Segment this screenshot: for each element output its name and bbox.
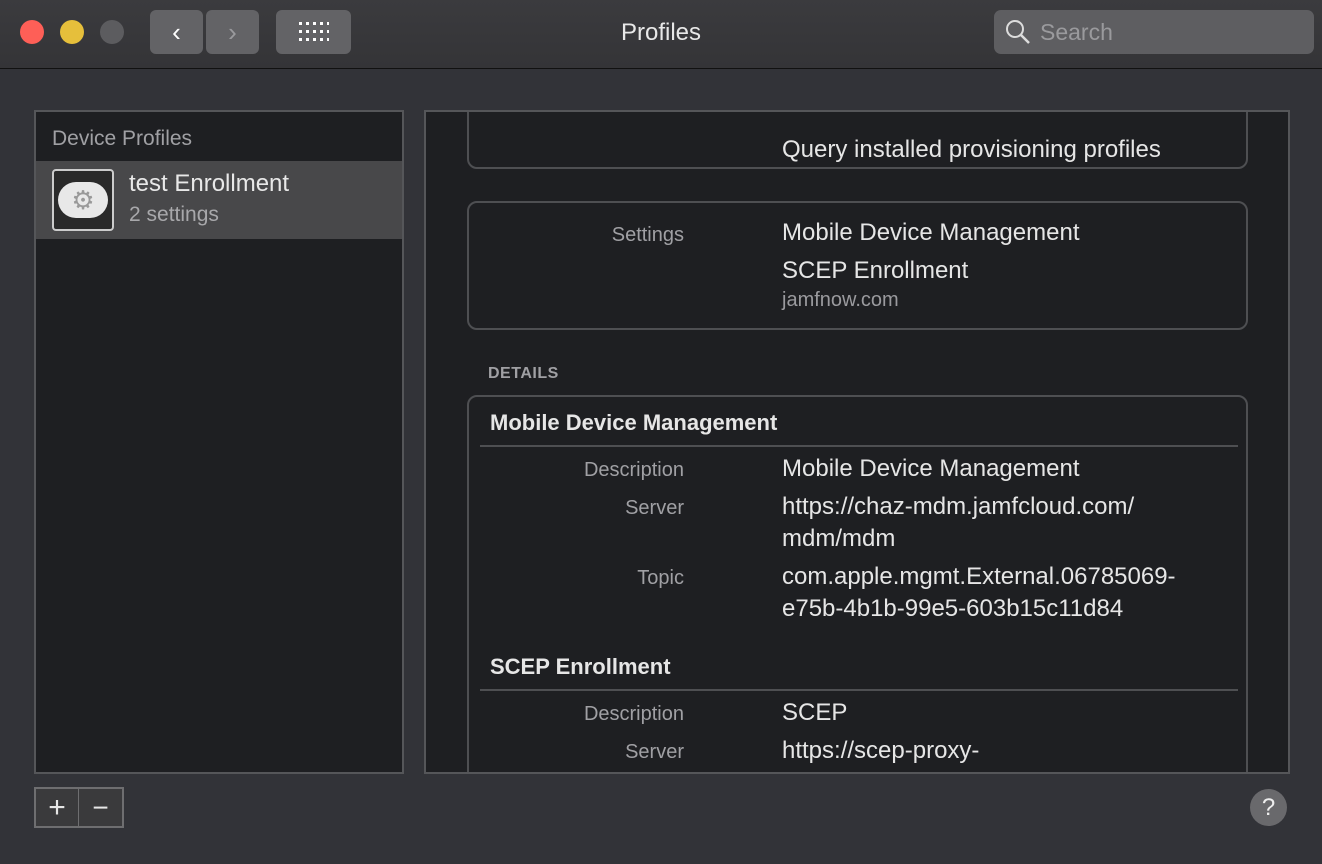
divider: [480, 445, 1238, 447]
add-profile-button[interactable]: +: [36, 789, 79, 826]
sidebar-header: Device Profiles: [52, 127, 193, 150]
remove-profile-button[interactable]: −: [79, 789, 122, 826]
section-title: SCEP Enrollment: [490, 654, 671, 679]
row-label: Description: [583, 459, 684, 481]
section-title: Mobile Device Management: [490, 410, 778, 435]
settings-summary-card: Settings Mobile Device Management SCEP E…: [467, 201, 1248, 330]
details-heading: DETAILS: [488, 365, 559, 382]
row-value: com.apple.mgmt.External.06785069- e75b-4…: [782, 563, 1176, 622]
payload-card: Query installed provisioning profiles: [467, 112, 1248, 169]
settings-value: Mobile Device Management: [782, 219, 1080, 246]
search-icon: [1006, 20, 1030, 44]
row-value: https://scep-proxy-: [782, 737, 980, 764]
row-label: Topic: [637, 567, 684, 589]
help-button[interactable]: ?: [1250, 789, 1287, 826]
row-value: https://chaz-mdm.jamfcloud.com/ mdm/mdm: [782, 493, 1135, 552]
profiles-sidebar: Device Profiles ⚙ test Enrollment 2 sett…: [34, 110, 404, 774]
profile-settings-count: 2 settings: [129, 203, 219, 226]
title-bar: ‹ › Profiles Search: [0, 0, 1322, 69]
details-card: Mobile Device Management Description Mob…: [467, 395, 1248, 772]
divider: [480, 689, 1238, 691]
search-input[interactable]: Search: [994, 10, 1314, 54]
row-value: SCEP: [782, 699, 848, 726]
search-placeholder: Search: [1040, 18, 1113, 45]
sidebar-item-test-enrollment[interactable]: ⚙ test Enrollment 2 settings: [36, 161, 402, 239]
profile-detail-pane: Query installed provisioning profiles Se…: [424, 110, 1290, 774]
profile-name: test Enrollment: [129, 170, 290, 197]
settings-domain: jamfnow.com: [782, 289, 899, 311]
settings-label: Settings: [611, 224, 684, 246]
row-value: Mobile Device Management: [782, 455, 1080, 482]
row-label: Description: [583, 703, 684, 725]
payload-value: Query installed provisioning profiles: [782, 136, 1161, 163]
row-label: Server: [625, 497, 684, 519]
row-label: Server: [625, 741, 684, 763]
profile-gear-cloud-icon: ⚙: [52, 169, 114, 231]
settings-value: SCEP Enrollment: [782, 257, 969, 284]
add-remove-control: + −: [34, 787, 124, 828]
